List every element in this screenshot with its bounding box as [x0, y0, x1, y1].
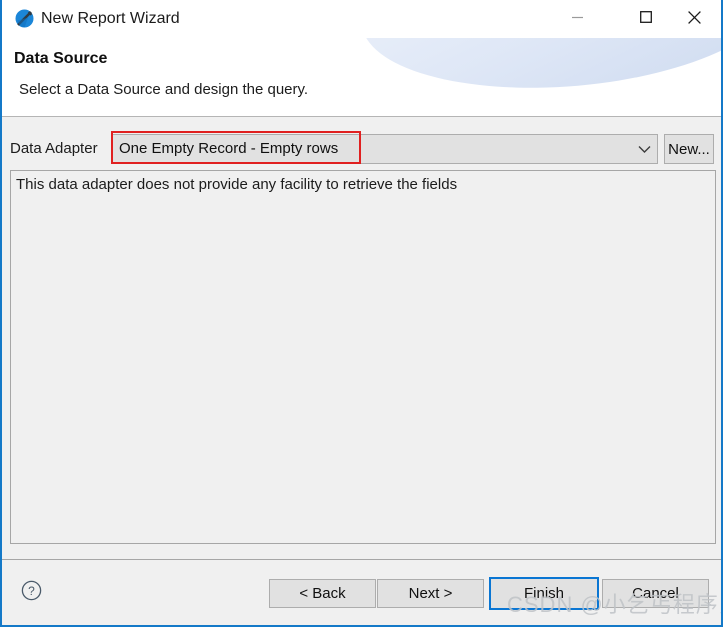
finish-button[interactable]: Finish: [489, 577, 599, 610]
help-circle-icon[interactable]: ?: [21, 580, 42, 601]
back-button[interactable]: < Back: [269, 579, 376, 608]
data-adapter-combobox[interactable]: One Empty Record - Empty rows: [112, 134, 658, 164]
fields-panel: This data adapter does not provide any f…: [10, 170, 716, 544]
minimize-icon[interactable]: [554, 0, 600, 34]
header-divider: [2, 116, 721, 117]
new-report-wizard-dialog: New Report Wizard Data Source Select a D…: [0, 0, 723, 627]
header-decoration: [354, 38, 721, 104]
dialog-button-bar: ? < Back Next > Finish Cancel: [2, 560, 721, 625]
maximize-icon[interactable]: [623, 0, 669, 34]
jaspersoft-report-icon: [14, 8, 35, 29]
data-adapter-label: Data Adapter: [10, 140, 98, 157]
title-bar: New Report Wizard: [2, 0, 721, 38]
data-adapter-selected-value: One Empty Record - Empty rows: [119, 140, 339, 157]
wizard-header: Data Source Select a Data Source and des…: [2, 38, 721, 117]
fields-panel-message: This data adapter does not provide any f…: [16, 176, 458, 193]
svg-text:?: ?: [28, 584, 35, 598]
cancel-button[interactable]: Cancel: [602, 579, 709, 608]
window-title: New Report Wizard: [41, 10, 180, 27]
chevron-down-icon[interactable]: [631, 135, 657, 163]
next-button[interactable]: Next >: [377, 579, 484, 608]
data-adapter-row: Data Adapter One Empty Record - Empty ro…: [2, 134, 721, 164]
new-data-adapter-button[interactable]: New...: [664, 134, 714, 164]
wizard-body: Data Adapter One Empty Record - Empty ro…: [2, 118, 721, 559]
close-icon[interactable]: [671, 0, 717, 34]
page-subtitle: Select a Data Source and design the quer…: [19, 81, 309, 98]
page-title: Data Source: [14, 50, 108, 67]
